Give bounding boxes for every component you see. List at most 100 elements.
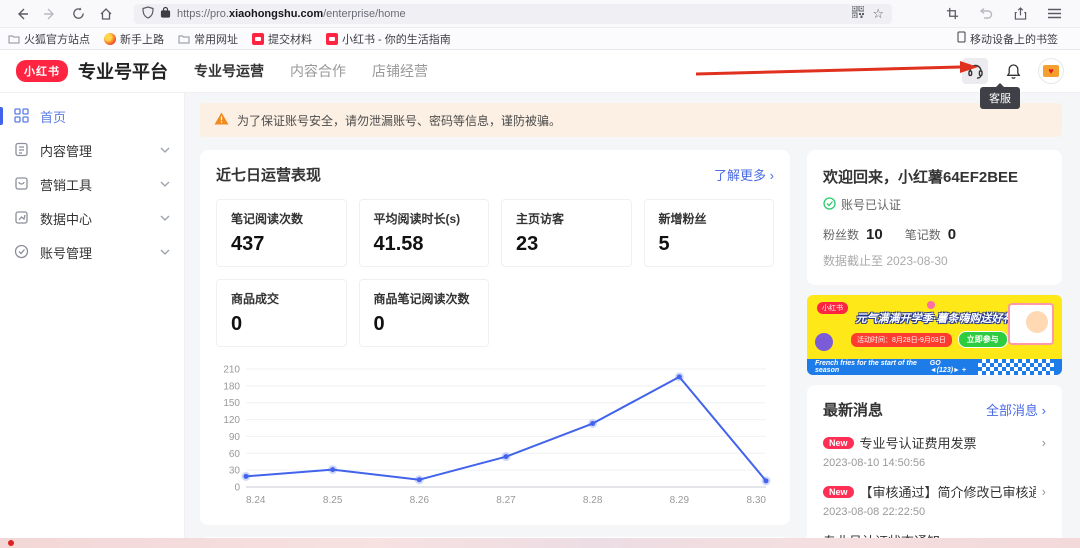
bookmark-label: 小红书 - 你的生活指南 (342, 31, 451, 47)
share-icon[interactable] (1008, 3, 1032, 25)
undo-icon[interactable] (974, 3, 998, 25)
stat-home-visitors: 主页访客 23 (501, 199, 632, 267)
mobile-bookmarks[interactable]: 移动设备上的书签 (957, 31, 1058, 47)
svg-text:8.28: 8.28 (583, 495, 603, 506)
followers-count: 粉丝数10 (823, 226, 883, 243)
promo-banner[interactable]: 小红书 元气满满开学季·薯条嗨购送好礼 活动时间：8月28日-9月03日 立即参… (807, 295, 1062, 375)
svg-text:150: 150 (223, 398, 240, 409)
bookmark-item[interactable]: 小红书 - 你的生活指南 (326, 31, 451, 47)
tab-content-coop[interactable]: 内容合作 (290, 61, 346, 81)
chevron-down-icon (160, 147, 170, 153)
svg-text:8.27: 8.27 (496, 495, 516, 506)
notification-bell-icon[interactable] (1000, 58, 1026, 84)
app-title: 专业号平台 (78, 58, 168, 84)
screenshot-icon[interactable] (940, 3, 964, 25)
verified-check-icon (823, 197, 836, 213)
new-badge: New (823, 437, 854, 449)
stat-product-note-reads: 商品笔记阅读次数 0 (359, 279, 490, 347)
welcome-card: 欢迎回来，小红薯64EF2BEE 账号已认证 粉丝数10 笔记数0 数据截止至 … (807, 150, 1062, 285)
banner-character-face (1026, 311, 1048, 333)
section-title: 近七日运营表现 (216, 164, 321, 185)
svg-text:60: 60 (229, 449, 241, 460)
back-icon[interactable] (10, 3, 34, 25)
svg-text:210: 210 (223, 365, 240, 376)
banner-time: 活动时间：8月28日-9月03日 (851, 333, 952, 347)
message-item[interactable]: 专业号认证状态通知 › 2023-08-08 13:44:43 (823, 531, 1046, 538)
trend-line-chart: 03060901201501802108.248.258.268.278.288… (216, 361, 776, 511)
lock-icon[interactable] (160, 6, 171, 21)
forward-icon[interactable] (38, 3, 62, 25)
avatar[interactable]: ♥ (1038, 58, 1064, 84)
svg-text:30: 30 (229, 466, 241, 477)
message-item[interactable]: New 【审核通过】简介修改已审核通过！ › 2023-08-08 22:22:… (823, 482, 1046, 518)
banner-cta-button[interactable]: 立即参与 (958, 331, 1008, 348)
customer-service-icon[interactable] (962, 58, 988, 84)
taskbar-red-dot (8, 540, 14, 546)
qr-code-icon[interactable] (852, 6, 864, 21)
messages-card: 最新消息 全部消息 › New 专业号认证费用发票 › 2023-08-10 1… (807, 385, 1062, 538)
bookmark-label: 新手上路 (120, 31, 164, 47)
banner-dot-decoration (927, 301, 935, 309)
bookmark-item[interactable]: 常用网址 (178, 31, 238, 47)
sidebar-label: 首页 (40, 107, 66, 126)
shield-icon[interactable] (142, 6, 154, 22)
svg-text:8.26: 8.26 (410, 495, 430, 506)
tool-icon (14, 176, 30, 192)
xiaohongshu-favicon (252, 33, 264, 45)
bookmark-item[interactable]: 提交材料 (252, 31, 312, 47)
stat-product-deals: 商品成交 0 (216, 279, 347, 347)
weekly-performance-card: 近七日运营表现 了解更多 › 笔记阅读次数 437 平均阅读时长(s) 41.5… (200, 150, 790, 525)
sidebar-item-marketing[interactable]: 营销工具 (0, 167, 184, 201)
sidebar-label: 营销工具 (40, 175, 92, 194)
svg-text:90: 90 (229, 432, 241, 443)
check-shield-icon (14, 244, 30, 260)
main-content: 为了保证账号安全，请勿泄漏账号、密码等信息，谨防被骗。 近七日运营表现 了解更多… (185, 93, 1080, 538)
all-messages-link[interactable]: 全部消息 › (986, 400, 1046, 419)
tab-shop[interactable]: 店铺经营 (372, 61, 428, 81)
sidebar-item-content[interactable]: 内容管理 (0, 133, 184, 167)
mobile-bookmarks-label: 移动设备上的书签 (970, 31, 1058, 47)
svg-text:8.25: 8.25 (323, 495, 343, 506)
security-warning-banner: 为了保证账号安全，请勿泄漏账号、密码等信息，谨防被骗。 (200, 103, 1062, 137)
app-header: 小红书 专业号平台 专业号运营 内容合作 店铺经营 ♥ 客服 (0, 50, 1080, 93)
bookmark-item[interactable]: 火狐官方站点 (8, 31, 90, 47)
sidebar-item-account[interactable]: 账号管理 (0, 235, 184, 269)
message-item[interactable]: New 专业号认证费用发票 › 2023-08-10 14:50:56 (823, 433, 1046, 469)
notes-count: 笔记数0 (905, 226, 956, 243)
stat-new-followers: 新增粉丝 5 (644, 199, 775, 267)
chevron-down-icon (160, 249, 170, 255)
messages-title: 最新消息 (823, 399, 883, 420)
chevron-down-icon (160, 181, 170, 187)
home-icon[interactable] (94, 3, 118, 25)
grid-icon (14, 108, 30, 124)
tab-operation[interactable]: 专业号运营 (194, 61, 264, 81)
bookmark-label: 提交材料 (268, 31, 312, 47)
reload-icon[interactable] (66, 3, 90, 25)
chevron-down-icon (160, 215, 170, 221)
firefox-icon (104, 33, 116, 45)
new-badge: New (823, 486, 854, 498)
envelope-heart-icon: ♥ (1043, 65, 1059, 77)
bookmark-star-icon[interactable]: ☆ (872, 7, 884, 20)
app-nav: 专业号运营 内容合作 店铺经营 (194, 61, 428, 81)
svg-text:0: 0 (234, 483, 240, 494)
menu-icon[interactable] (1042, 3, 1066, 25)
verified-status: 账号已认证 (823, 196, 1046, 213)
bookmark-item[interactable]: 新手上路 (104, 31, 164, 47)
bookmark-label: 火狐官方站点 (24, 31, 90, 47)
learn-more-link[interactable]: 了解更多 › (714, 165, 774, 184)
phone-icon (957, 31, 966, 46)
url-bar[interactable]: https://pro.xiaohongshu.com/enterprise/h… (134, 4, 892, 24)
chart-icon (14, 210, 30, 226)
sidebar-item-home[interactable]: 首页 (0, 99, 184, 133)
sidebar-item-data[interactable]: 数据中心 (0, 201, 184, 235)
bookmarks-bar: 火狐官方站点 新手上路 常用网址 提交材料 小红书 - 你的生活指南 移动设备上… (0, 28, 1080, 50)
annotation-arrow (692, 58, 982, 80)
warning-text: 为了保证账号安全，请勿泄漏账号、密码等信息，谨防被骗。 (237, 112, 561, 129)
banner-blob-decoration (815, 333, 833, 351)
svg-text:180: 180 (223, 381, 240, 392)
svg-text:8.29: 8.29 (670, 495, 690, 506)
xiaohongshu-logo[interactable]: 小红书 (16, 60, 68, 82)
svg-text:120: 120 (223, 415, 240, 426)
welcome-title: 欢迎回来，小红薯64EF2BEE (823, 166, 1046, 187)
